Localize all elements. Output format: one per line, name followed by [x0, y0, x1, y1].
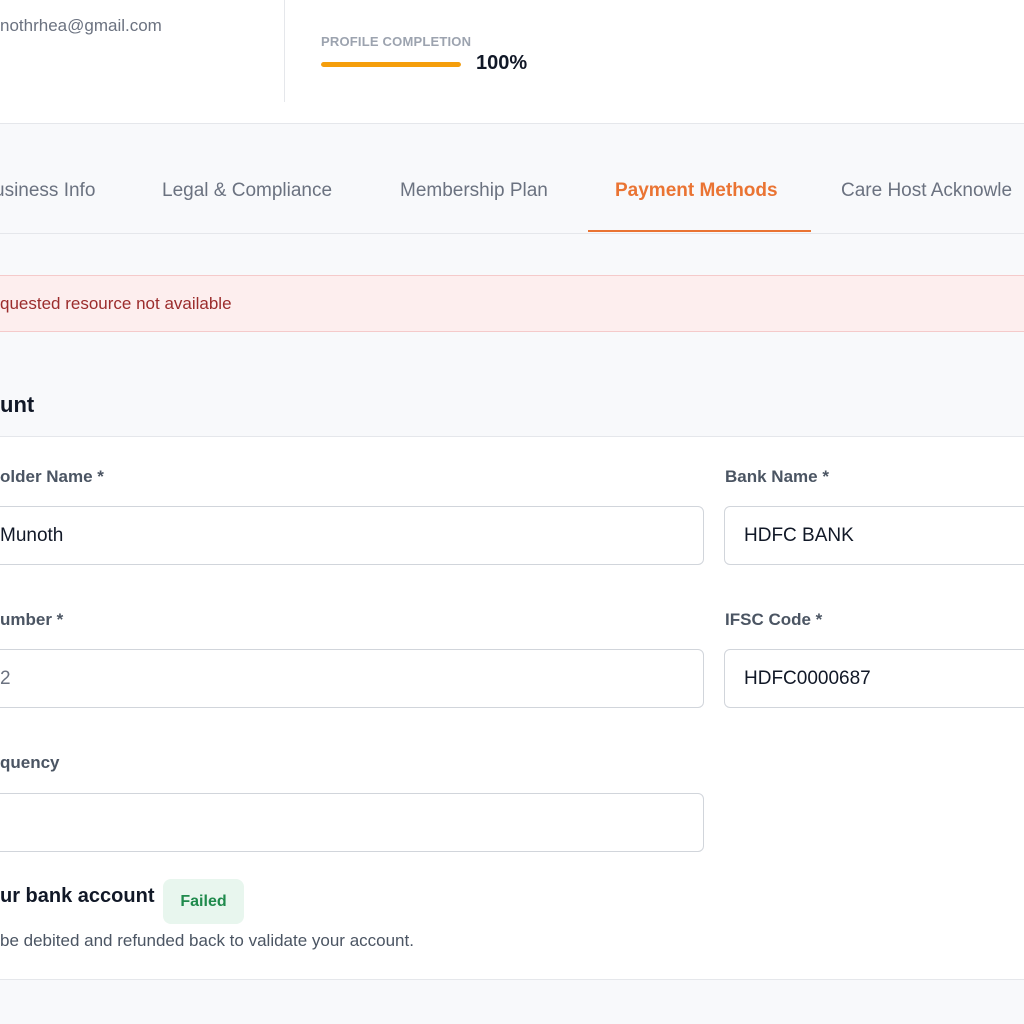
section-title: unt: [0, 392, 35, 417]
holder-name-label: older Name *: [0, 467, 104, 486]
account-number-field[interactable]: 2: [0, 649, 704, 708]
ifsc-code-value: HDFC0000687: [744, 668, 871, 689]
profile-completion-bar: [321, 62, 461, 67]
verify-bank-account-title: ur bank account: [0, 885, 155, 907]
active-tab-indicator: [588, 230, 811, 232]
frequency-label: quency: [0, 753, 60, 772]
tab-care-host-acknowledgement[interactable]: Care Host Acknowle: [841, 180, 1012, 202]
verify-description: be debited and refunded back to validate…: [0, 931, 414, 950]
frequency-field[interactable]: [0, 793, 704, 852]
profile-completion-value: 100%: [476, 52, 528, 74]
profile-completion-label: PROFILE COMPLETION: [321, 34, 472, 49]
holder-name-field[interactable]: Munoth: [0, 506, 704, 565]
user-email: nothrhea@gmail.com: [0, 16, 162, 35]
profile-header: nothrhea@gmail.com PROFILE COMPLETION 10…: [0, 0, 1024, 124]
tab-business-info[interactable]: usiness Info: [0, 180, 95, 202]
tab-payment-methods[interactable]: Payment Methods: [615, 180, 778, 202]
holder-name-value: Munoth: [0, 525, 64, 546]
account-number-value: 2: [0, 668, 11, 689]
bank-account-section-header: unt: [0, 372, 1024, 437]
error-alert: quested resource not available: [0, 275, 1024, 332]
ifsc-code-label: IFSC Code *: [725, 610, 823, 629]
bank-account-form: older Name * Munoth Bank Name * HDFC BAN…: [0, 437, 1024, 980]
verification-status-badge: Failed: [163, 879, 244, 924]
header-divider: [284, 0, 285, 102]
account-number-label: umber *: [0, 610, 64, 629]
ifsc-code-field[interactable]: HDFC0000687: [724, 649, 1024, 708]
bank-name-value: HDFC BANK: [744, 525, 854, 546]
profile-tabs: usiness Info Legal & Compliance Membersh…: [0, 124, 1024, 234]
error-alert-text: quested resource not available: [0, 294, 232, 313]
tab-legal-compliance[interactable]: Legal & Compliance: [162, 180, 332, 202]
bank-name-label: Bank Name *: [725, 467, 829, 486]
bank-name-field[interactable]: HDFC BANK: [724, 506, 1024, 565]
profile-completion-fill: [321, 62, 461, 67]
tab-membership-plan[interactable]: Membership Plan: [400, 180, 548, 202]
